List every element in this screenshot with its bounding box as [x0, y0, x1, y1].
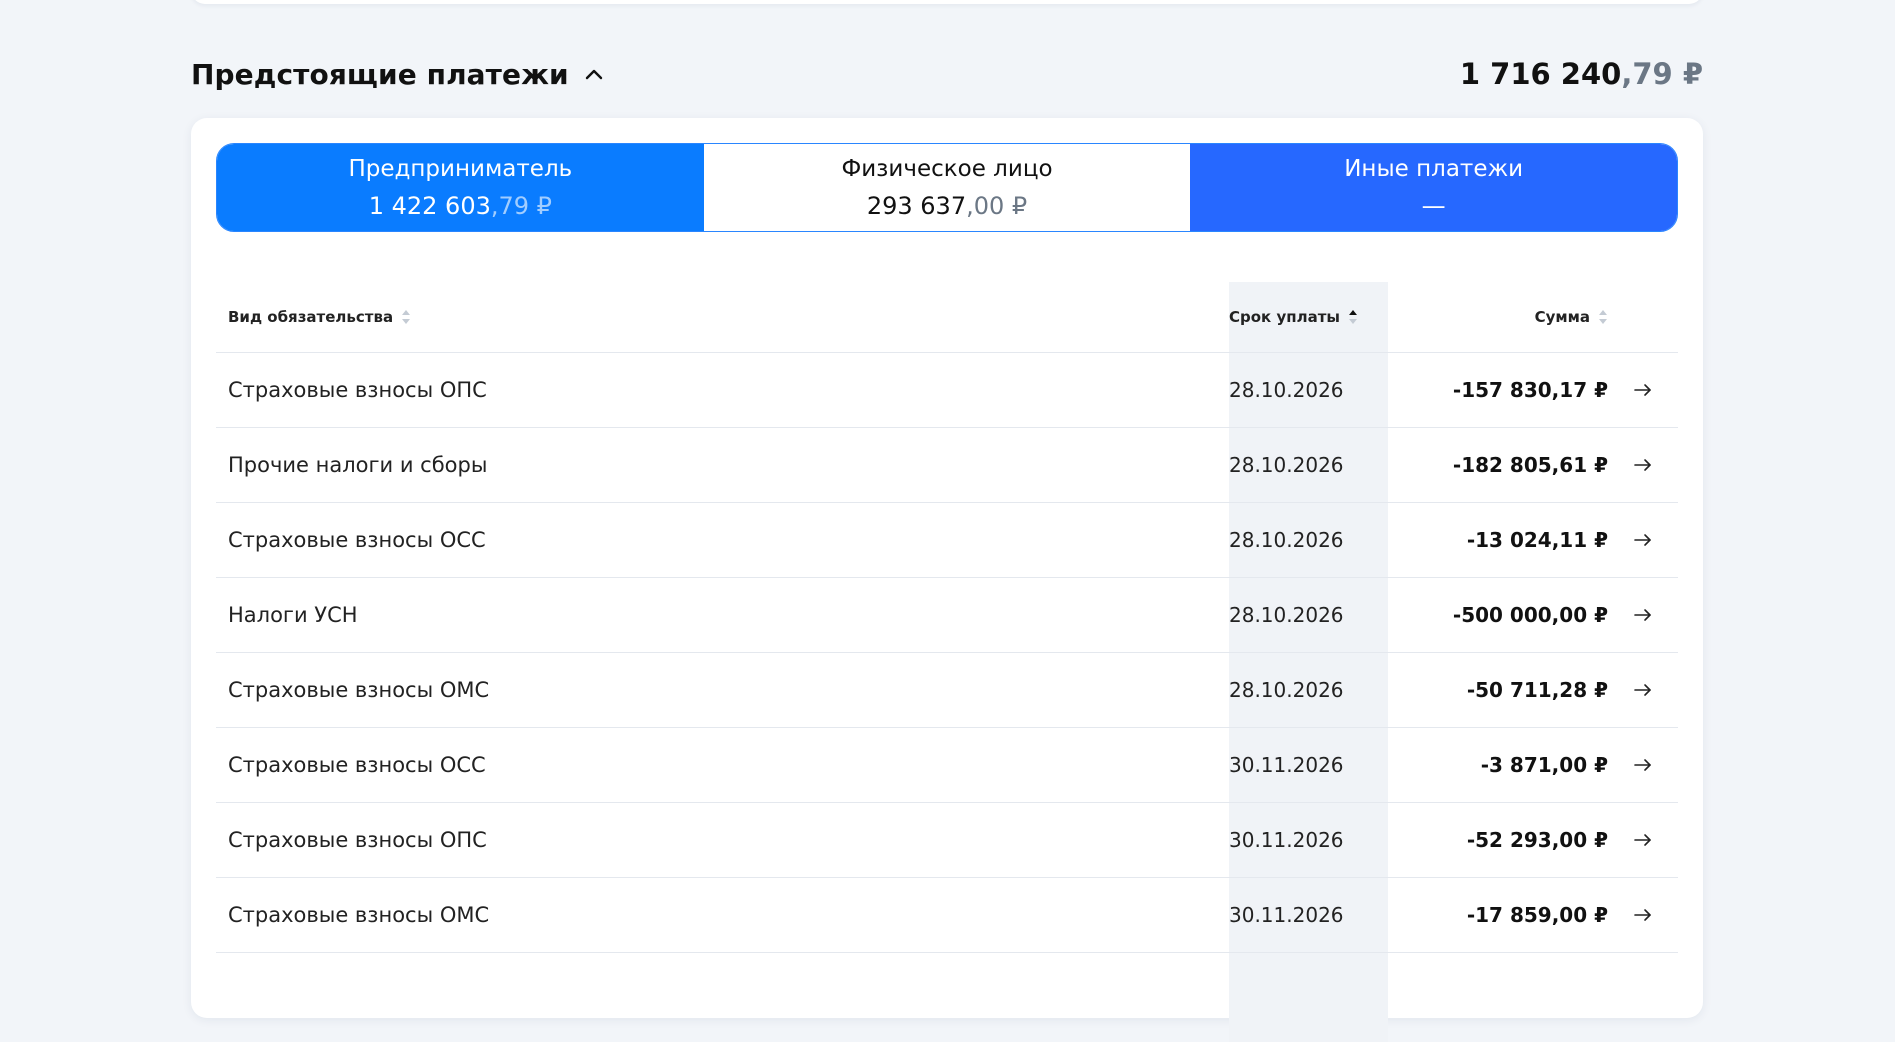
previous-card — [191, 0, 1703, 4]
tab-other-payments-amount: — — [1421, 191, 1446, 220]
table-row[interactable]: Налоги УСН 28.10.2026 -500 000,00 ₽ — [216, 578, 1678, 653]
header-sum[interactable]: Сумма — [1388, 308, 1608, 326]
cell-obligation-type: Страховые взносы ОСС — [228, 528, 486, 552]
cell-obligation-type: Прочие налоги и сборы — [228, 453, 488, 477]
section-title: Предстоящие платежи — [191, 57, 569, 91]
tab-individual-amount: 293 637,00 ₽ — [866, 191, 1028, 220]
sort-neutral-icon[interactable] — [401, 308, 411, 326]
arrow-right-icon[interactable] — [1633, 908, 1653, 922]
cell-obligation-type: Налоги УСН — [228, 603, 358, 627]
cell-due-date: 28.10.2026 — [1229, 678, 1344, 702]
arrow-right-icon[interactable] — [1633, 683, 1653, 697]
cell-obligation-type: Страховые взносы ОПС — [228, 378, 487, 402]
cell-sum: -3 871,00 ₽ — [1480, 753, 1608, 777]
cell-due-date: 30.11.2026 — [1229, 903, 1344, 927]
header-due-date[interactable]: Срок уплаты — [1217, 308, 1388, 326]
cell-due-date: 28.10.2026 — [1229, 453, 1344, 477]
total-amount: 1 716 240,79 ₽ — [1459, 57, 1703, 91]
payer-tabs: Предприниматель 1 422 603,79 ₽ Физическо… — [216, 143, 1678, 232]
cell-due-date: 28.10.2026 — [1229, 378, 1344, 402]
cell-sum: -13 024,11 ₽ — [1466, 528, 1608, 552]
cell-sum: -50 711,28 ₽ — [1466, 678, 1608, 702]
sort-ascending-icon[interactable] — [1348, 308, 1358, 326]
cell-sum: -52 293,00 ₽ — [1466, 828, 1608, 852]
tab-individual[interactable]: Физическое лицо 293 637,00 ₽ — [703, 144, 1191, 231]
cell-obligation-type: Страховые взносы ОМС — [228, 678, 490, 702]
cell-due-date: 30.11.2026 — [1229, 828, 1344, 852]
cell-sum: -182 805,61 ₽ — [1452, 453, 1608, 477]
arrow-right-icon[interactable] — [1633, 458, 1653, 472]
payments-table: Вид обязательства Срок уплаты Сумма Стра… — [216, 282, 1678, 1042]
cell-sum: -17 859,00 ₽ — [1466, 903, 1608, 927]
cell-obligation-type: Страховые взносы ОПС — [228, 828, 487, 852]
arrow-right-icon[interactable] — [1633, 608, 1653, 622]
section-toggle[interactable]: Предстоящие платежи — [191, 58, 605, 91]
table-row[interactable]: Страховые взносы ОПС 30.11.2026 -52 293,… — [216, 803, 1678, 878]
cell-due-date: 30.11.2026 — [1229, 753, 1344, 777]
chevron-up-icon[interactable] — [583, 63, 605, 85]
table-row[interactable]: Страховые взносы ОСС 28.10.2026 -13 024,… — [216, 503, 1678, 578]
header-obligation-type[interactable]: Вид обязательства — [216, 308, 1217, 326]
cell-obligation-type: Страховые взносы ОСС — [228, 753, 486, 777]
table-row[interactable]: Страховые взносы ОМС 28.10.2026 -50 711,… — [216, 653, 1678, 728]
tab-entrepreneur-amount: 1 422 603,79 ₽ — [368, 191, 552, 220]
table-row[interactable]: Страховые взносы ОСС 30.11.2026 -3 871,0… — [216, 728, 1678, 803]
table-header: Вид обязательства Срок уплаты Сумма — [216, 282, 1678, 353]
section-header: Предстоящие платежи 1 716 240,79 ₽ — [191, 50, 1703, 98]
cell-due-date: 28.10.2026 — [1229, 528, 1344, 552]
table-row[interactable]: Страховые взносы ОПС 28.10.2026 -157 830… — [216, 353, 1678, 428]
sort-neutral-icon[interactable] — [1598, 308, 1608, 326]
cell-obligation-type: Страховые взносы ОМС — [228, 903, 490, 927]
table-row[interactable]: Прочие налоги и сборы 28.10.2026 -182 80… — [216, 428, 1678, 503]
arrow-right-icon[interactable] — [1633, 383, 1653, 397]
cell-sum: -500 000,00 ₽ — [1452, 603, 1608, 627]
arrow-right-icon[interactable] — [1633, 833, 1653, 847]
arrow-right-icon[interactable] — [1633, 533, 1653, 547]
table-row[interactable]: Страховые взносы ОМС 30.11.2026 -17 859,… — [216, 878, 1678, 953]
cell-due-date: 28.10.2026 — [1229, 603, 1344, 627]
cell-sum: -157 830,17 ₽ — [1452, 378, 1608, 402]
tab-other-payments[interactable]: Иные платежи — — [1190, 144, 1677, 231]
payments-card: Предприниматель 1 422 603,79 ₽ Физическо… — [191, 118, 1703, 1042]
arrow-right-icon[interactable] — [1633, 758, 1653, 772]
tab-entrepreneur[interactable]: Предприниматель 1 422 603,79 ₽ — [217, 144, 704, 231]
